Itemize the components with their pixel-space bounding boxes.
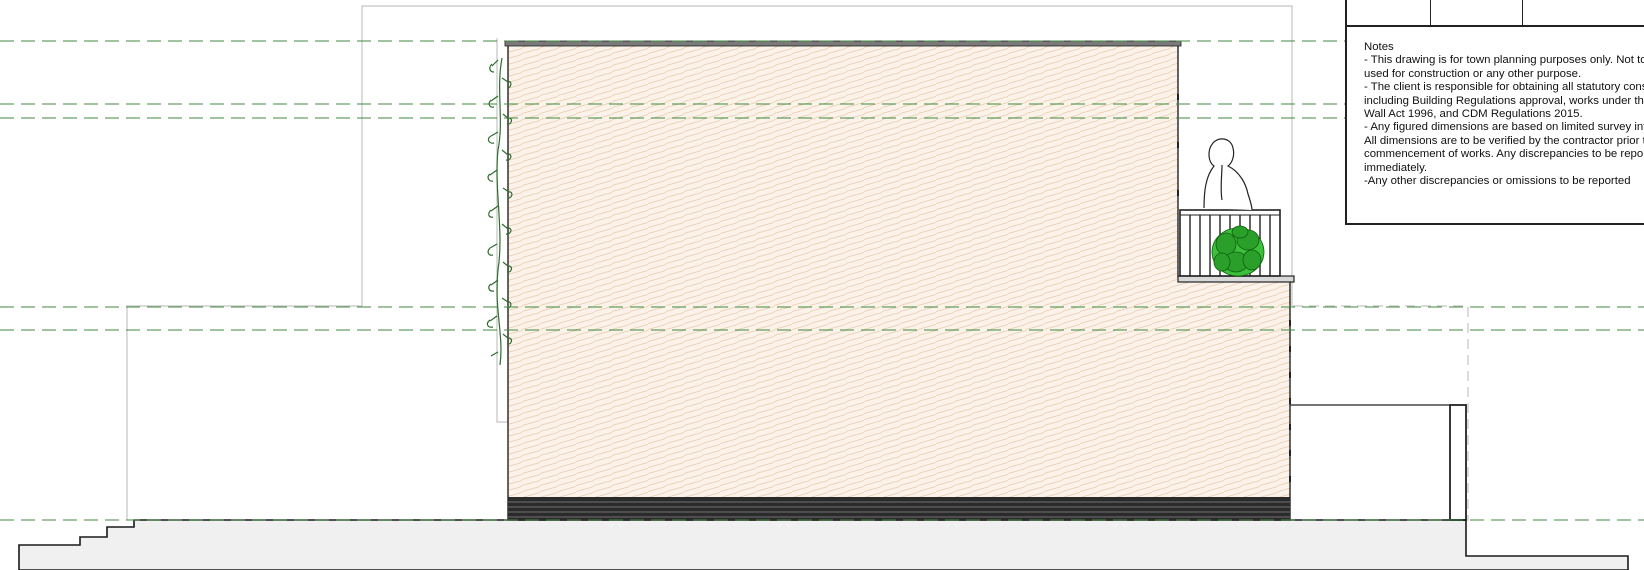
note-line: used for construction or any other purpo… bbox=[1364, 67, 1582, 80]
note-line: -Any other discrepancies or omissions to… bbox=[1364, 175, 1631, 188]
title-cell-divider bbox=[1430, 0, 1431, 25]
note-line: including Building Regulations approval,… bbox=[1364, 94, 1644, 107]
note-line: commencement of works. Any discrepancies… bbox=[1364, 148, 1644, 161]
note-line: - The client is responsible for obtainin… bbox=[1364, 81, 1644, 94]
scale-figure bbox=[1203, 138, 1253, 211]
note-line: Wall Act 1996, and CDM Regulations 2015. bbox=[1364, 108, 1583, 121]
notes-title: Notes bbox=[1364, 41, 1394, 53]
boundary-wall bbox=[1290, 404, 1467, 521]
note-line: - Any figured dimensions are based on li… bbox=[1364, 121, 1644, 134]
notes-panel: Notes - This drawing is for town plannin… bbox=[1345, 25, 1644, 225]
building-elevation bbox=[504, 40, 1291, 521]
title-block-cells bbox=[1345, 0, 1644, 25]
note-line: immediately. bbox=[1364, 161, 1428, 174]
note-line: All dimensions are to be verified by the… bbox=[1364, 134, 1644, 147]
ground bbox=[18, 519, 1629, 570]
note-line: - This drawing is for town planning purp… bbox=[1364, 54, 1644, 67]
title-cell-divider bbox=[1522, 0, 1523, 25]
